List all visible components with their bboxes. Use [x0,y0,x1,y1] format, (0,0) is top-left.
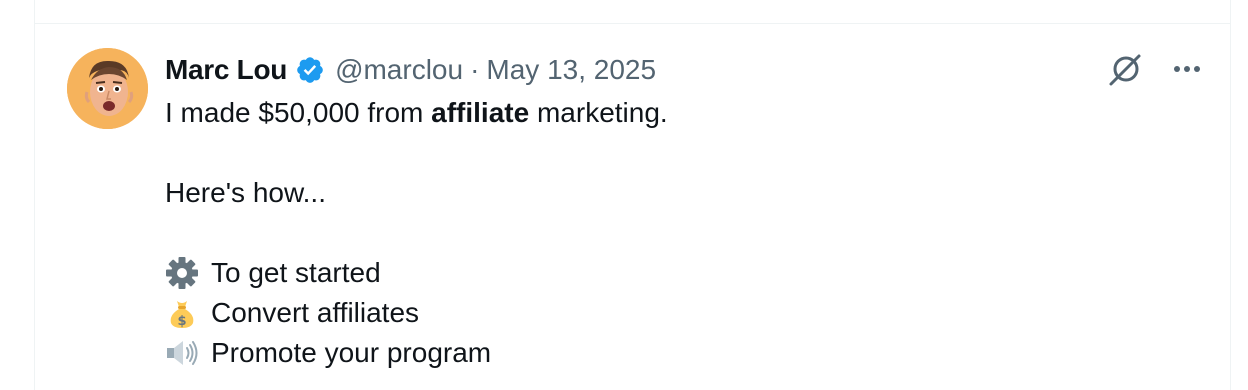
author-name[interactable]: Marc Lou [165,54,287,86]
gear-icon [166,257,198,289]
post-actions [1106,50,1204,88]
author-handle[interactable]: @marclou [335,54,463,86]
bullet-label: Convert affiliates [211,297,420,328]
line1-bold: affiliate [431,97,530,128]
speaker-icon [167,341,198,365]
avatar-face-icon [67,48,148,129]
meta-separator: · [470,54,480,85]
money-bag-icon: $ [170,301,194,329]
bullet-label: Promote your program [211,337,492,368]
divider [35,23,1230,24]
bullet-label: To get started [211,257,381,288]
post-line-1: I made $50,000 from affiliate marketing. [165,93,1190,133]
post-text: I made $50,000 from affiliate marketing.… [165,93,1190,373]
more-options-icon[interactable] [1170,52,1204,86]
verified-badge-icon[interactable] [295,55,325,85]
svg-text:$: $ [177,314,186,329]
line1-prefix: I made $50,000 from [165,97,432,128]
bullet-item: Promote your program [165,333,1190,373]
bullet-item: $ Convert affiliates [165,293,1190,333]
line2-text: Here's how... [165,177,326,208]
post-line-2: Here's how... [165,173,1190,213]
grok-icon[interactable] [1106,50,1144,88]
post-header: Marc Lou @marclou · May 13, 2025 [165,50,656,90]
timeline-column: Marc Lou @marclou · May 13, 2025 I made … [34,0,1231,390]
line1-suffix: marketing. [529,97,668,128]
avatar[interactable] [67,48,148,129]
post-date[interactable]: May 13, 2025 [486,54,656,86]
bullet-item: To get started [165,253,1190,293]
